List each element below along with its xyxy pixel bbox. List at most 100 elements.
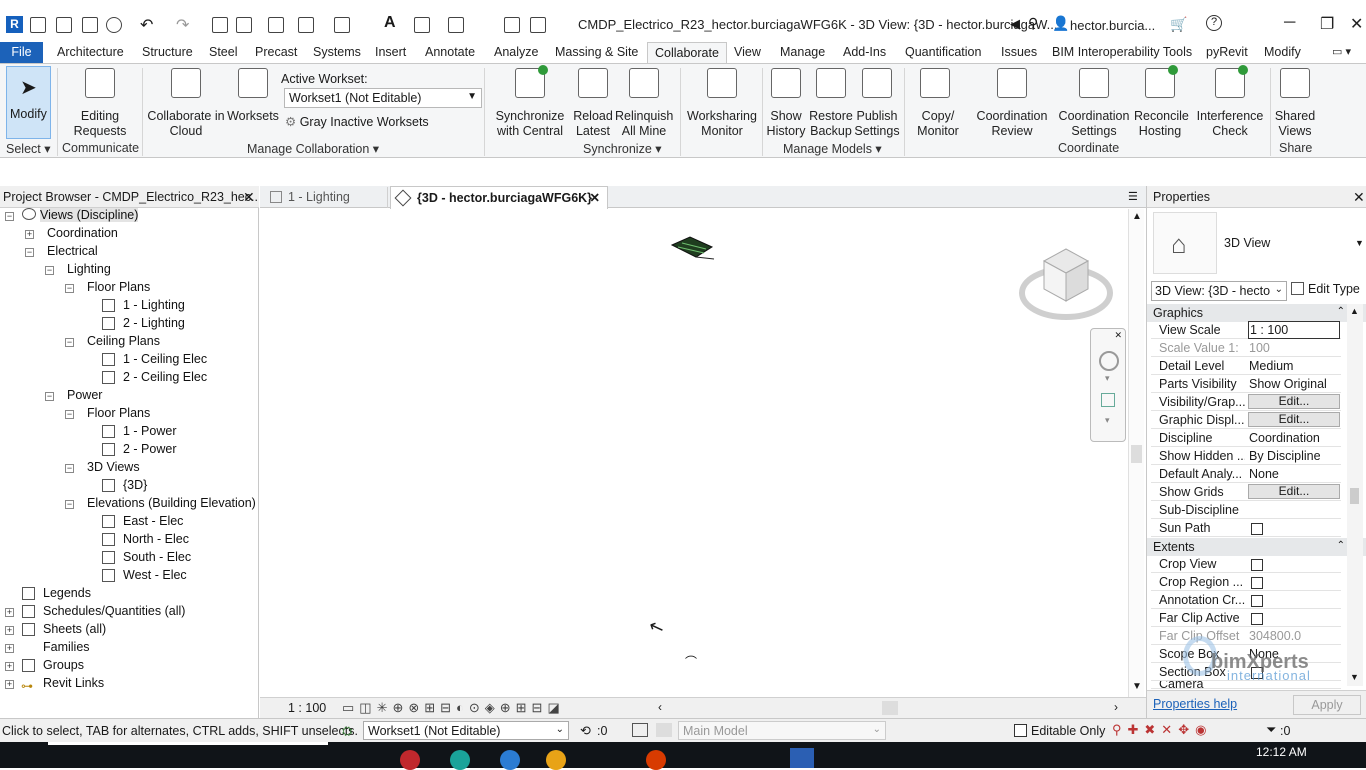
- tab-precast[interactable]: Precast: [255, 45, 297, 59]
- worksharing-monitor-button[interactable]: Worksharing Monitor: [684, 68, 760, 138]
- tree-view-item[interactable]: {3D}: [123, 478, 147, 492]
- tree-view-item[interactable]: West - Elec: [123, 568, 187, 582]
- collapse-icon[interactable]: −: [65, 410, 74, 419]
- restore-icon[interactable]: ❐: [1320, 14, 1334, 34]
- measure-icon[interactable]: [268, 17, 284, 33]
- instance-selector[interactable]: 3D View: {3D - hecto ⌄: [1151, 281, 1287, 301]
- help-icon[interactable]: ?: [1206, 15, 1222, 31]
- close-icon[interactable]: ✕: [1114, 330, 1122, 341]
- view-tab-3d[interactable]: {3D - hector.burciagaWFG6K} ✕: [390, 186, 608, 209]
- tab-pyrevit[interactable]: pyRevit: [1206, 45, 1248, 59]
- tree-floor-plans[interactable]: Floor Plans: [87, 280, 150, 294]
- design-options-icon[interactable]: ⟲: [580, 723, 591, 739]
- view-cube-icon[interactable]: [1018, 239, 1114, 323]
- app-icon[interactable]: [500, 750, 520, 770]
- tag-icon[interactable]: [334, 17, 350, 33]
- tab-insert[interactable]: Insert: [375, 45, 406, 59]
- tab-add-ins[interactable]: Add-Ins: [843, 45, 886, 59]
- tab-annotate[interactable]: Annotate: [425, 45, 475, 59]
- editing-requests-icon[interactable]: [632, 723, 648, 737]
- crop-view-checkbox[interactable]: [1251, 559, 1263, 571]
- properties-scrollbar[interactable]: ▲ ▼: [1347, 304, 1363, 686]
- save-icon[interactable]: [82, 17, 98, 33]
- home-icon[interactable]: [30, 17, 46, 33]
- tree-view-item[interactable]: South - Elec: [123, 550, 191, 564]
- graphics-header[interactable]: Graphics ⌃: [1147, 304, 1366, 322]
- dimension-icon[interactable]: [298, 17, 314, 33]
- tree-view-item[interactable]: 1 - Ceiling Elec: [123, 352, 207, 366]
- view-tab-lighting[interactable]: 1 - Lighting: [264, 187, 388, 208]
- switch-windows-icon[interactable]: [530, 17, 546, 33]
- collapse-icon[interactable]: −: [65, 338, 74, 347]
- tree-view-item[interactable]: 2 - Lighting: [123, 316, 185, 330]
- tab-quantification[interactable]: Quantification: [905, 45, 981, 59]
- close-window-icon[interactable]: ✕: [1350, 14, 1363, 34]
- scroll-thumb[interactable]: [1131, 445, 1142, 463]
- tab-view[interactable]: View: [734, 45, 761, 59]
- tab-manage[interactable]: Manage: [780, 45, 825, 59]
- panel-select[interactable]: Select ▾: [6, 141, 51, 156]
- app-icon[interactable]: [546, 750, 566, 770]
- view-scale-input[interactable]: 1 : 100: [1248, 321, 1340, 339]
- panel-synchronize[interactable]: Synchronize ▾: [583, 141, 662, 156]
- edit-button[interactable]: Edit...: [1248, 394, 1340, 409]
- minimize-icon[interactable]: ─: [1284, 14, 1295, 32]
- view-scale[interactable]: 1 : 100: [288, 701, 326, 715]
- chevron-down-icon[interactable]: ▼: [1355, 238, 1364, 248]
- cart-icon[interactable]: 🛒: [1170, 16, 1187, 33]
- tab-issues[interactable]: Issues: [1001, 45, 1037, 59]
- close-icon[interactable]: ✕: [1353, 189, 1365, 206]
- chevron-left-icon[interactable]: ‹: [658, 700, 662, 714]
- modify-button[interactable]: ➤ Modify: [6, 66, 51, 139]
- h-scroll-thumb[interactable]: [882, 701, 898, 715]
- tab-structure[interactable]: Structure: [142, 45, 193, 59]
- annotation-crop-checkbox[interactable]: [1251, 595, 1263, 607]
- tree-root[interactable]: Views (Discipline): [22, 208, 139, 222]
- tab-menu-icon[interactable]: ☰: [1128, 190, 1138, 203]
- user-icon[interactable]: 👤: [1052, 15, 1069, 32]
- relinquish-all-button[interactable]: Relinquish All Mine: [615, 68, 673, 138]
- type-name[interactable]: 3D View: [1224, 236, 1270, 250]
- publish-settings-button[interactable]: Publish Settings: [854, 68, 900, 138]
- active-workset-dropdown[interactable]: Workset1 (Not Editable) ▼: [284, 88, 482, 108]
- tree-sheets[interactable]: Sheets (all): [43, 622, 106, 636]
- chevron-right-icon[interactable]: ›: [1114, 700, 1118, 714]
- tab-steel[interactable]: Steel: [209, 45, 238, 59]
- gray-inactive-worksets-button[interactable]: ⚙ Gray Inactive Worksets: [285, 114, 429, 129]
- apply-button[interactable]: Apply: [1293, 695, 1361, 715]
- properties-help-link[interactable]: Properties help: [1153, 697, 1237, 711]
- sun-path-checkbox[interactable]: [1251, 523, 1263, 535]
- tab-file[interactable]: File: [0, 42, 43, 63]
- tree-power[interactable]: Power: [67, 388, 102, 402]
- tab-collaborate[interactable]: Collaborate: [647, 42, 727, 64]
- zoom-icon[interactable]: [1101, 393, 1115, 407]
- tree-3d-views[interactable]: 3D Views: [87, 460, 140, 474]
- crop-region-checkbox[interactable]: [1251, 577, 1263, 589]
- interference-check-button[interactable]: Interference Check: [1194, 65, 1266, 138]
- steering-wheel-icon[interactable]: [1099, 351, 1119, 371]
- tree-view-item[interactable]: East - Elec: [123, 514, 183, 528]
- far-clip-checkbox[interactable]: [1251, 613, 1263, 625]
- collapse-icon[interactable]: −: [45, 266, 54, 275]
- tab-analyze[interactable]: Analyze: [494, 45, 538, 59]
- editing-requests-button[interactable]: Editing Requests: [68, 68, 132, 138]
- open-folder-icon[interactable]: [56, 17, 72, 33]
- 3d-view-canvas[interactable]: ⌒ ↖: [260, 209, 1128, 697]
- filter-icon[interactable]: ⏷: [1266, 722, 1276, 738]
- print-icon[interactable]: [212, 17, 228, 33]
- pdf-icon[interactable]: [236, 17, 252, 33]
- editable-only-checkbox[interactable]: [1014, 724, 1027, 737]
- redo-icon[interactable]: ↷: [176, 15, 189, 35]
- expand-icon[interactable]: +: [5, 644, 14, 653]
- app-icon[interactable]: [790, 748, 814, 768]
- panel-manage-models[interactable]: Manage Models ▾: [783, 141, 882, 156]
- section-icon[interactable]: [448, 17, 464, 33]
- expand-icon[interactable]: +: [5, 608, 14, 617]
- tree-groups[interactable]: Groups: [43, 658, 84, 672]
- tab-massing-site[interactable]: Massing & Site: [555, 45, 638, 59]
- tab-systems[interactable]: Systems: [313, 45, 361, 59]
- tree-revit-links[interactable]: Revit Links: [43, 676, 104, 690]
- reload-latest-button[interactable]: Reload Latest: [572, 68, 614, 138]
- close-icon[interactable]: ✕: [243, 189, 255, 206]
- expand-icon[interactable]: +: [25, 230, 34, 239]
